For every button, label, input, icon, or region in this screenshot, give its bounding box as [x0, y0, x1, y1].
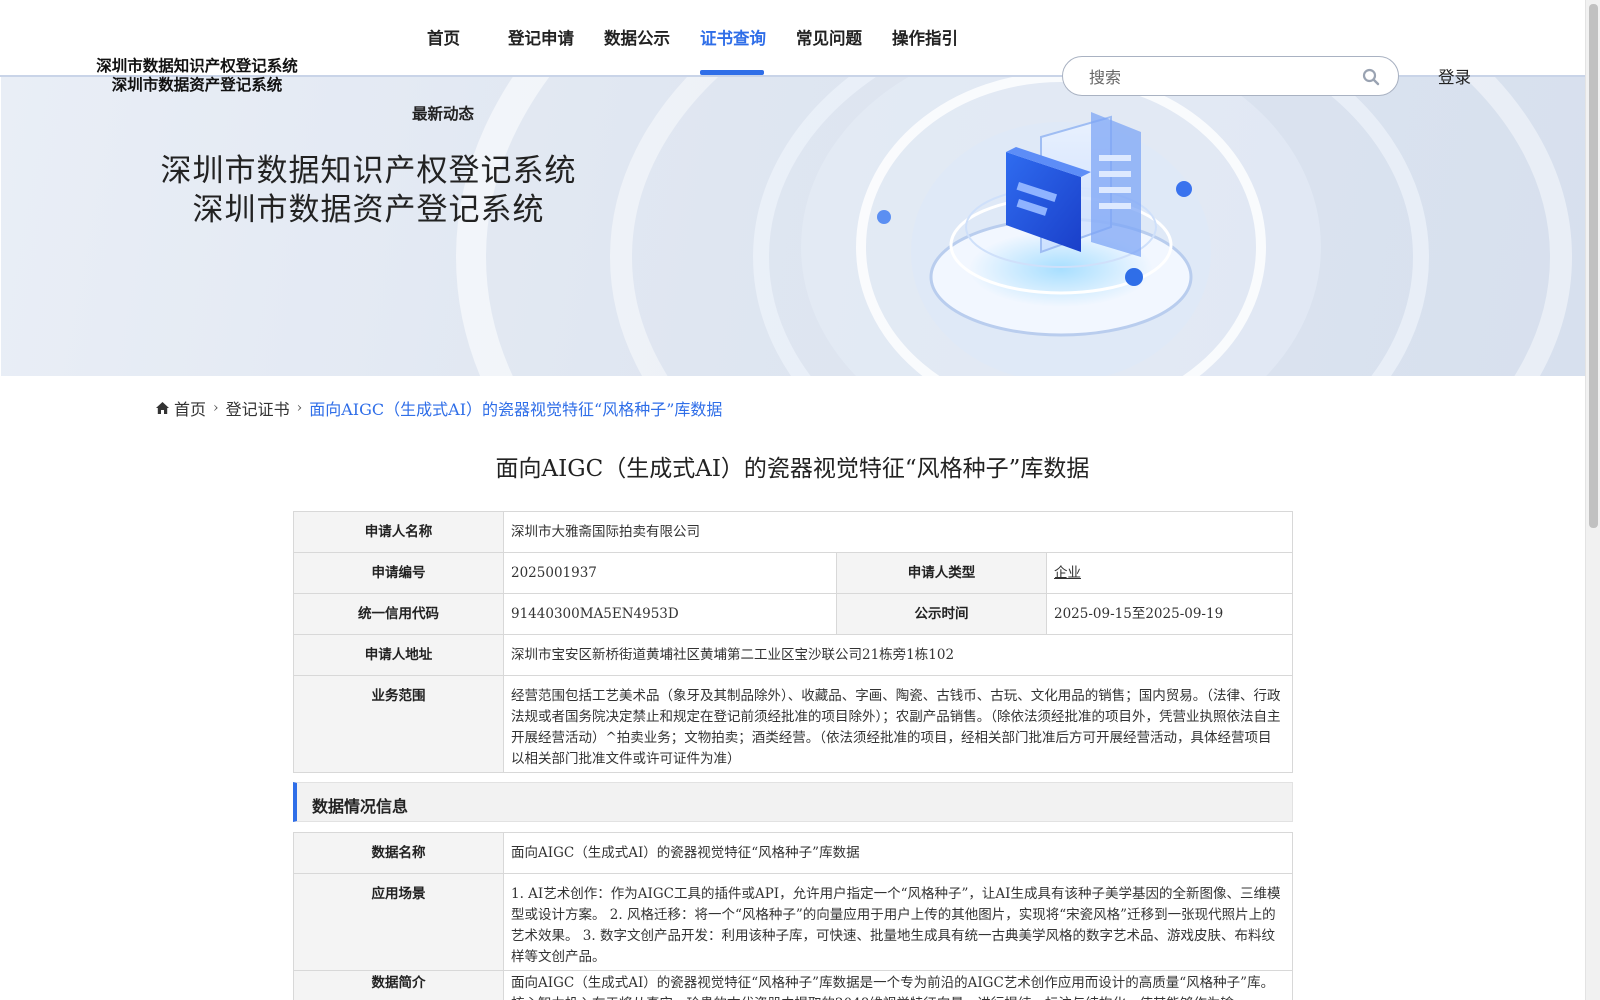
- breadcrumb-current: 面向AIGC（生成式AI）的瓷器视觉特征“风格种子”库数据: [309, 400, 723, 419]
- scenario-value: 1. AI艺术创作：作为AIGC工具的插件或API，允许用户指定一个“风格种子”…: [503, 873, 1293, 971]
- applicant-type-value: 企业: [1046, 552, 1293, 594]
- home-icon: [156, 402, 169, 414]
- search-box: [1062, 56, 1399, 96]
- credit-code-value: 91440300MA5EN4953D: [503, 593, 837, 635]
- applicant-address-label: 申请人地址: [293, 634, 504, 676]
- search-input[interactable]: [1089, 66, 1349, 88]
- applicant-name-value: 深圳市大雅斋国际拍卖有限公司: [503, 511, 1293, 553]
- applicant-name-label: 申请人名称: [293, 511, 504, 553]
- data-intro-value: 面向AIGC（生成式AI）的瓷器视觉特征“风格种子”库数据是一个专为前沿的AIG…: [503, 970, 1293, 1000]
- data-intro-label: 数据简介: [293, 970, 504, 1000]
- table-row: 申请人地址 深圳市宝安区新桥街道黄埔社区黄埔第二工业区宝沙联公司21栋旁1栋10…: [293, 634, 1293, 676]
- search-icon[interactable]: [1362, 68, 1380, 86]
- site-logo[interactable]: 深圳市数据知识产权登记系统 深圳市数据资产登记系统: [72, 56, 322, 94]
- page-title: 面向AIGC（生成式AI）的瓷器视觉特征“风格种子”库数据: [495, 456, 1090, 482]
- login-link[interactable]: 登录: [1438, 64, 1471, 88]
- credit-code-label: 统一信用代码: [293, 593, 504, 635]
- data-name-label: 数据名称: [293, 832, 504, 874]
- table-row: 统一信用代码 91440300MA5EN4953D 公示时间 2025-09-1…: [293, 593, 1293, 635]
- table-row: 数据名称 面向AIGC（生成式AI）的瓷器视觉特征“风格种子”库数据: [293, 832, 1293, 874]
- hero-banner: 深圳市数据知识产权登记系统 深圳市数据资产登记系统: [1, 77, 1585, 376]
- nav-register-apply[interactable]: 登记申请: [508, 25, 574, 49]
- nav-data-publicity[interactable]: 数据公示: [604, 25, 670, 49]
- data-info-table: 数据名称 面向AIGC（生成式AI）的瓷器视觉特征“风格种子”库数据 应用场景 …: [293, 832, 1293, 1000]
- nav-faq[interactable]: 常见问题: [796, 25, 862, 49]
- applicant-address-value: 深圳市宝安区新桥街道黄埔社区黄埔第二工业区宝沙联公司21栋旁1栋102: [503, 634, 1293, 676]
- nav-home[interactable]: 首页: [427, 25, 460, 49]
- breadcrumb-home[interactable]: 首页: [174, 396, 206, 420]
- table-row: 申请人名称 深圳市大雅斋国际拍卖有限公司: [293, 511, 1293, 553]
- business-scope-label: 业务范围: [293, 675, 504, 773]
- table-row: 申请编号 2025001937 申请人类型 企业: [293, 552, 1293, 594]
- publicity-time-value: 2025-09-15至2025-09-19: [1046, 593, 1293, 635]
- data-info-section-header: 数据情况信息: [293, 782, 1293, 822]
- nav-active-indicator: [700, 70, 764, 75]
- application-number-label: 申请编号: [293, 552, 504, 594]
- nav-latest-news[interactable]: 最新动态: [412, 102, 474, 124]
- logo-line-2: 深圳市数据资产登记系统: [111, 75, 283, 94]
- banner-title: 深圳市数据知识产权登记系统 深圳市数据资产登记系统: [131, 152, 606, 230]
- applicant-info-table: 申请人名称 深圳市大雅斋国际拍卖有限公司 申请编号 2025001937 申请人…: [293, 511, 1293, 773]
- application-number-value: 2025001937: [503, 552, 837, 594]
- banner-title-line-1: 深圳市数据知识产权登记系统: [160, 153, 577, 189]
- chevron-right-icon: ›: [296, 400, 303, 416]
- applicant-type-label: 申请人类型: [836, 552, 1047, 594]
- logo-line-1: 深圳市数据知识产权登记系统: [96, 56, 298, 75]
- publicity-time-label: 公示时间: [836, 593, 1047, 635]
- table-row: 业务范围 经营范围包括工艺美术品（象牙及其制品除外）、收藏品、字画、陶瓷、古钱币…: [293, 675, 1293, 773]
- table-row: 应用场景 1. AI艺术创作：作为AIGC工具的插件或API，允许用户指定一个“…: [293, 873, 1293, 971]
- applicant-type-link[interactable]: 企业: [1054, 565, 1081, 581]
- page-scrollbar[interactable]: [1585, 0, 1600, 1000]
- scenario-label: 应用场景: [293, 873, 504, 971]
- chevron-right-icon: ›: [213, 400, 219, 416]
- nav-certificate-query[interactable]: 证书查询: [700, 25, 766, 49]
- table-row: 数据简介 面向AIGC（生成式AI）的瓷器视觉特征“风格种子”库数据是一个专为前…: [293, 970, 1293, 1000]
- data-info-heading: 数据情况信息: [312, 797, 409, 816]
- breadcrumb: 首页 › 登记证书 › 面向AIGC（生成式AI）的瓷器视觉特征“风格种子”库数…: [155, 396, 722, 420]
- banner-title-line-2: 深圳市数据资产登记系统: [192, 192, 545, 228]
- business-scope-value: 经营范围包括工艺美术品（象牙及其制品除外）、收藏品、字画、陶瓷、古钱币、古玩、文…: [503, 675, 1293, 773]
- scrollbar-thumb[interactable]: [1589, 4, 1598, 528]
- nav-guide[interactable]: 操作指引: [892, 25, 958, 49]
- data-name-value: 面向AIGC（生成式AI）的瓷器视觉特征“风格种子”库数据: [503, 832, 1293, 874]
- breadcrumb-certificates[interactable]: 登记证书: [226, 396, 290, 420]
